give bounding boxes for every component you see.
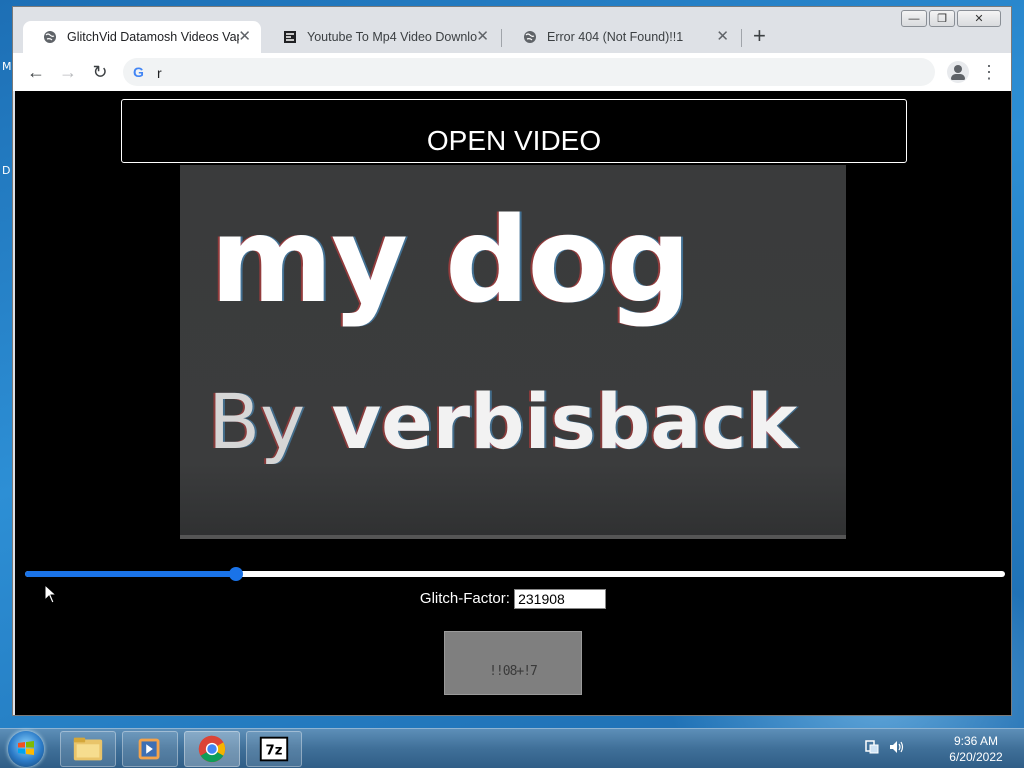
video-bottom-edge — [180, 535, 846, 539]
tab-title: Error 404 (Not Found)!!1 — [547, 30, 684, 44]
clock[interactable]: 9:36 AM 6/20/2022 — [936, 733, 1016, 765]
volume-icon[interactable] — [890, 741, 904, 753]
reload-button[interactable]: ↻ — [89, 61, 111, 83]
tab-separator — [501, 29, 502, 47]
clock-time: 9:36 AM — [953, 734, 999, 748]
restore-button[interactable]: ❐ — [929, 10, 955, 27]
taskbar-7zip[interactable]: 7z — [246, 731, 302, 767]
taskbar-file-explorer[interactable] — [60, 731, 116, 767]
tab-strip: GlitchVid Datamosh Videos Vapo ✕ Youtube… — [13, 7, 1011, 53]
globe-icon — [524, 31, 536, 43]
desktop-icon-label-fragment[interactable]: D — [2, 164, 10, 177]
slider-fill — [25, 571, 236, 577]
page-content: OPEN VIDEO my dog By verbisback Glitch-F… — [15, 91, 1011, 715]
video-frame: my dog By verbisback — [180, 165, 846, 539]
tab-youtube-downloader[interactable]: Youtube To Mp4 Video Downloa ✕ — [263, 21, 499, 53]
glitch-factor-label: Glitch-Factor: — [419, 589, 510, 607]
glitch-factor-row: Glitch-Factor: — [15, 589, 1011, 609]
video-text-by: By — [208, 377, 306, 466]
tab-title: Youtube To Mp4 Video Downloa — [307, 30, 477, 44]
desktop-icon-label-fragment[interactable]: M — [2, 60, 12, 73]
minimize-button[interactable]: — — [901, 10, 927, 27]
taskbar-media-player[interactable] — [122, 731, 178, 767]
file-explorer-icon — [73, 737, 103, 761]
window-controls: — ❐ ✕ — [901, 10, 1001, 27]
video-text-title: my dog — [210, 191, 691, 329]
tab-title: GlitchVid Datamosh Videos Vapo — [67, 30, 239, 44]
omnibox[interactable]: G — [123, 58, 935, 86]
google-icon: G — [133, 64, 144, 80]
new-tab-button[interactable]: + — [753, 25, 766, 47]
back-button[interactable]: ← — [25, 61, 47, 83]
glitch-factor-input[interactable] — [514, 589, 607, 609]
mouse-cursor-icon — [44, 584, 58, 604]
browser-window: GlitchVid Datamosh Videos Vapo ✕ Youtube… — [12, 6, 1012, 716]
tab-separator — [741, 29, 742, 47]
yt-downloader-icon — [284, 31, 296, 43]
browser-toolbar: ← → ↻ G ⋮ — [13, 53, 1011, 91]
close-tab-icon[interactable]: ✕ — [238, 21, 251, 53]
slider-thumb[interactable] — [229, 567, 243, 581]
close-window-button[interactable]: ✕ — [957, 10, 1001, 27]
taskbar: 7z 9:36 AM 6/20/2022 — [0, 728, 1024, 768]
media-player-icon — [138, 738, 160, 760]
globe-icon — [44, 31, 56, 43]
video-text-author: verbisback — [331, 377, 798, 466]
chrome-icon — [198, 735, 226, 763]
menu-icon[interactable]: ⋮ — [979, 61, 999, 83]
clock-date: 6/20/2022 — [949, 750, 1003, 764]
open-video-button[interactable]: OPEN VIDEO — [121, 99, 907, 163]
7zip-icon: 7z — [259, 736, 289, 762]
tray-icons — [865, 740, 904, 754]
network-icon[interactable] — [865, 740, 879, 754]
position-slider[interactable] — [25, 567, 1005, 581]
video-text-credit: By verbisback — [208, 377, 797, 467]
windows-logo-icon — [18, 741, 34, 755]
7zip-label: 7z — [266, 744, 283, 759]
close-tab-icon[interactable]: ✕ — [476, 21, 489, 53]
glitch-preview-button[interactable]: !!08+!7 — [444, 631, 582, 695]
tab-error-404[interactable]: Error 404 (Not Found)!!1 ✕ — [503, 21, 739, 53]
start-button[interactable] — [4, 729, 50, 768]
taskbar-chrome[interactable] — [184, 731, 240, 767]
address-input[interactable] — [155, 62, 919, 84]
forward-button[interactable]: → — [57, 61, 79, 83]
close-tab-icon[interactable]: ✕ — [716, 21, 729, 53]
profile-icon[interactable] — [947, 61, 969, 83]
system-tray — [862, 735, 912, 764]
tab-glitchvid[interactable]: GlitchVid Datamosh Videos Vapo ✕ — [23, 21, 261, 53]
